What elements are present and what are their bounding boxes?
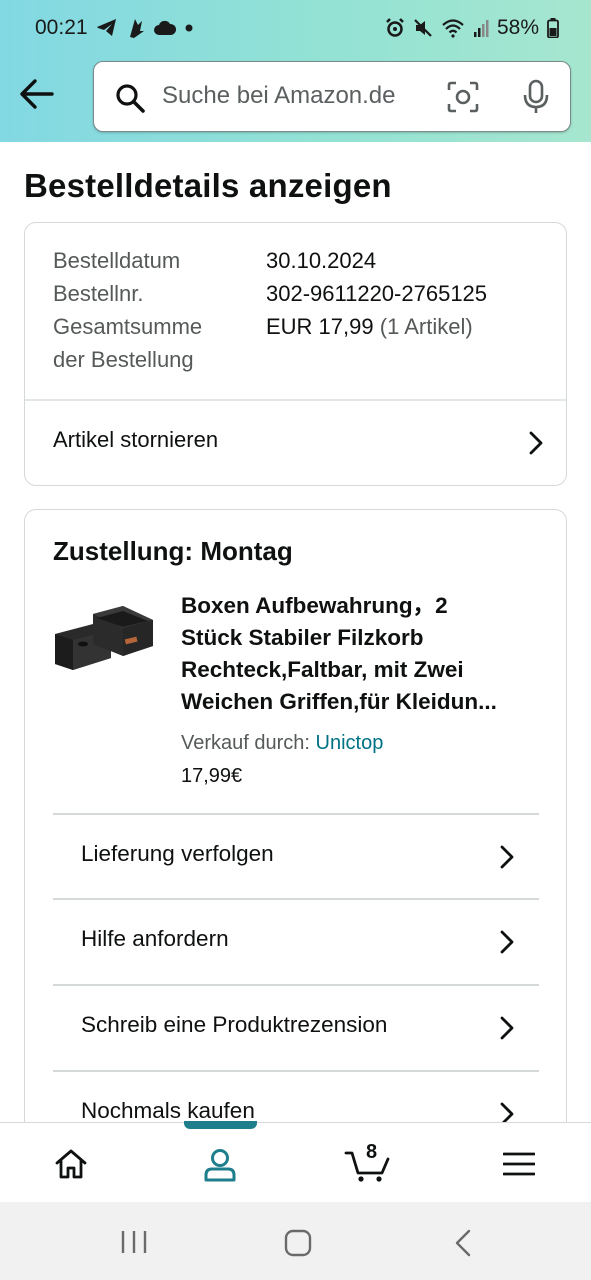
write-review-label: Schreib eine Produktrezension (81, 1012, 388, 1037)
order-date-label: Bestelldatum (53, 248, 181, 273)
track-package-label: Lieferung verfolgen (81, 841, 274, 866)
cart-count-badge: 8 (366, 1141, 378, 1163)
order-total-label-line2: der Bestellung (53, 347, 194, 372)
page-title: Bestelldetails anzeigen (24, 167, 392, 204)
product-price: 17,99€ (181, 765, 243, 787)
wifi-icon (442, 19, 464, 38)
app-header: 00:21 58% Suche bei Amazon.de (0, 0, 591, 142)
product-title[interactable]: Boxen Aufbewahrung，2 Stück Stabiler Filz… (181, 590, 541, 718)
get-help-row[interactable]: Hilfe anfordern (53, 900, 539, 984)
home-button-icon[interactable] (284, 1229, 312, 1257)
status-bar: 00:21 58% (0, 0, 591, 56)
bottom-navigation: 8 (0, 1121, 591, 1202)
chevron-right-icon (529, 431, 543, 455)
seller-link[interactable]: Unictop (316, 732, 384, 754)
order-number-value: 302-9611220-2765125 (266, 281, 488, 306)
active-tab-indicator (184, 1121, 257, 1129)
menu-icon[interactable] (503, 1151, 535, 1177)
system-back-icon[interactable] (454, 1229, 472, 1257)
system-icons: 58% (385, 15, 559, 41)
order-item-count: (1 Artikel) (379, 314, 473, 339)
cancel-items-row[interactable]: Artikel stornieren (25, 401, 566, 485)
product-title-line: Weichen Griffen,für Kleidun... (181, 689, 497, 714)
telegram-icon (97, 19, 116, 36)
notification-icons (96, 16, 194, 40)
get-help-label: Hilfe anfordern (81, 926, 229, 951)
system-navigation-bar (0, 1202, 591, 1280)
battery-icon (547, 18, 559, 38)
write-review-row[interactable]: Schreib eine Produktrezension (53, 986, 539, 1070)
mute-icon (414, 19, 432, 37)
microphone-icon[interactable] (522, 79, 550, 115)
cloud-icon (154, 20, 176, 35)
product-title-line: Stück Stabiler Filzkorb (181, 625, 424, 650)
search-bar[interactable]: Suche bei Amazon.de (93, 61, 571, 132)
alarm-icon (386, 18, 404, 37)
order-total-label: Gesamtsumme (53, 314, 203, 339)
dot-icon (185, 24, 193, 32)
product-title-line: Boxen Aufbewahrung，2 (181, 593, 448, 618)
order-summary-card: Bestelldatum 30.10.2024 Bestellnr. 302-9… (24, 222, 567, 486)
product-title-line: Rechteck,Faltbar, mit Zwei (181, 657, 464, 682)
order-total-amount: EUR 17,99 (266, 314, 374, 339)
home-icon[interactable] (54, 1148, 88, 1180)
chevron-right-icon (500, 845, 514, 869)
delivery-heading: Zustellung: Montag (53, 536, 293, 566)
camera-search-icon[interactable] (446, 80, 480, 114)
seller-info: Verkauf durch: Unictop (181, 732, 383, 755)
track-package-row[interactable]: Lieferung verfolgen (53, 815, 539, 899)
back-arrow-icon[interactable] (18, 76, 56, 112)
status-time: 00:21 (35, 16, 88, 39)
order-date-value: 30.10.2024 (266, 248, 377, 273)
order-total-value: EUR 17,99 (1 Artikel) (266, 314, 473, 340)
cancel-items-label: Artikel stornieren (53, 427, 219, 452)
order-number-label: Bestellnr. (53, 281, 144, 306)
battery-percent: 58% (496, 16, 539, 39)
shipment-card: Zustellung: Montag Boxen Aufbewahrung，2 … (24, 509, 567, 1149)
recent-apps-icon[interactable] (120, 1230, 148, 1254)
seller-label: Verkauf durch: (181, 732, 310, 754)
search-input[interactable]: Suche bei Amazon.de (162, 82, 396, 110)
chevron-right-icon (500, 930, 514, 954)
app-notification-icon (130, 19, 144, 38)
account-icon[interactable] (202, 1147, 238, 1183)
product-image[interactable] (53, 606, 157, 676)
search-icon (116, 84, 145, 113)
signal-icon (473, 20, 489, 37)
chevron-right-icon (500, 1016, 514, 1040)
